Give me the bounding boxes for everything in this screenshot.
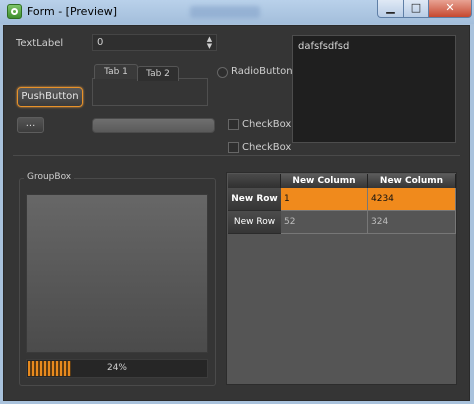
groupbox-frame (26, 194, 208, 353)
blurred-background-window (190, 6, 260, 18)
checkbox-2-label[interactable]: CheckBox (242, 142, 291, 153)
table-corner-button[interactable] (228, 174, 281, 188)
window-title: Form - [Preview] (27, 5, 118, 18)
table-cell-r2c2[interactable]: 324 (368, 211, 456, 234)
maximize-button[interactable]: □ (403, 0, 429, 18)
text-label: TextLabel (16, 38, 64, 49)
title-bar[interactable]: Form - [Preview] ▁ □ ✕ (0, 0, 474, 24)
horizontal-scrollbar[interactable] (92, 118, 215, 133)
form-client-area: TextLabel 0 ▲ ▼ PushButton ... Tab 2 Tab… (3, 25, 470, 401)
tab-1[interactable]: Tab 1 (94, 64, 138, 79)
checkbox-2[interactable] (228, 142, 239, 153)
tab-widget-pane (92, 78, 208, 106)
checkbox-1-label[interactable]: CheckBox (242, 119, 291, 130)
app-logo-icon (7, 4, 22, 19)
progress-bar: 24% (26, 359, 208, 378)
groupbox-title: GroupBox (24, 172, 75, 182)
spin-down-icon[interactable]: ▼ (205, 43, 214, 50)
text-edit[interactable]: dafsfsdfsd (292, 35, 456, 143)
progress-label: 24% (106, 363, 127, 373)
radio-button-label[interactable]: RadioButton (231, 66, 293, 77)
table-cell-r1c2[interactable]: 4234 (368, 188, 456, 211)
application-window: Form - [Preview] ▁ □ ✕ TextLabel 0 ▲ ▼ P… (0, 0, 474, 404)
minimize-button[interactable]: ▁ (377, 0, 404, 18)
checkbox-1[interactable] (228, 119, 239, 130)
column-header-1[interactable]: New Column (281, 174, 368, 188)
row-header-1[interactable]: New Row (228, 188, 281, 211)
tool-button[interactable]: ... (17, 117, 44, 133)
spinbox[interactable]: 0 ▲ ▼ (92, 34, 217, 51)
radio-button-indicator[interactable] (217, 67, 228, 78)
close-button[interactable]: ✕ (428, 0, 472, 18)
column-header-2[interactable]: New Column (368, 174, 456, 188)
divider (13, 155, 460, 156)
table-widget[interactable]: New Column New Column New Row 1 4234 New… (226, 172, 457, 385)
table-cell-r1c1[interactable]: 1 (281, 188, 368, 211)
row-header-2[interactable]: New Row (228, 211, 281, 234)
push-button[interactable]: PushButton (17, 87, 83, 107)
tab-2[interactable]: Tab 2 (137, 66, 179, 81)
table-cell-r2c1[interactable]: 52 (281, 211, 368, 234)
spinbox-value: 0 (97, 37, 104, 48)
text-edit-content: dafsfsdfsd (298, 41, 350, 52)
